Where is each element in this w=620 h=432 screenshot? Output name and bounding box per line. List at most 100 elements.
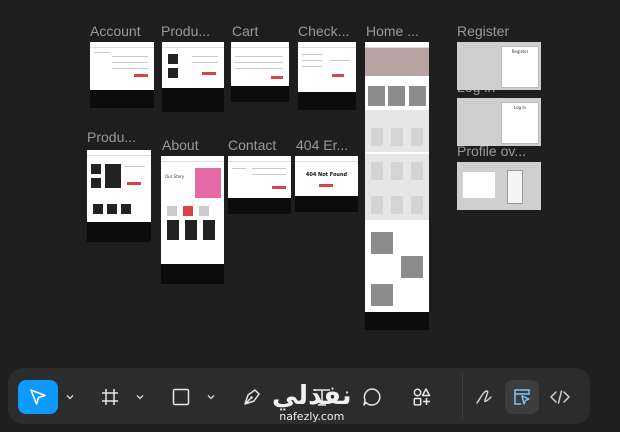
code-icon bbox=[550, 390, 570, 404]
frame-footer bbox=[365, 312, 429, 330]
mock-product bbox=[91, 178, 101, 188]
mock-category bbox=[388, 86, 405, 106]
shape-tool[interactable] bbox=[161, 380, 201, 414]
frame-cart[interactable] bbox=[231, 42, 289, 102]
pen-icon bbox=[244, 389, 260, 405]
mock-product bbox=[168, 68, 178, 78]
mock-line bbox=[192, 62, 218, 63]
mock-product bbox=[371, 162, 383, 180]
frame-label-contact[interactable]: Contact bbox=[228, 137, 276, 153]
mock-related bbox=[93, 204, 103, 214]
actions-tool[interactable] bbox=[402, 380, 442, 414]
mock-line bbox=[192, 56, 218, 57]
frame-footer bbox=[298, 92, 356, 110]
register-card: Register bbox=[501, 46, 539, 88]
frame-header bbox=[161, 156, 224, 162]
chevron-down-icon[interactable] bbox=[206, 392, 216, 402]
pen-tool[interactable] bbox=[232, 380, 272, 414]
mock-product bbox=[391, 128, 403, 146]
mock-line bbox=[232, 168, 246, 169]
mock-product bbox=[371, 128, 383, 146]
cursor-icon bbox=[30, 389, 46, 405]
frame-label-account[interactable]: Account bbox=[90, 23, 141, 39]
mock-product bbox=[371, 196, 383, 214]
mock-button bbox=[319, 184, 333, 187]
frame-products[interactable] bbox=[162, 42, 224, 112]
mock-feature bbox=[401, 256, 423, 278]
frame-footer bbox=[87, 222, 151, 242]
mock-related bbox=[121, 204, 131, 214]
mock-line bbox=[252, 168, 286, 169]
frame-login[interactable]: Log In bbox=[457, 98, 541, 146]
mock-team bbox=[185, 220, 197, 240]
frame-404[interactable]: 404 Not Found bbox=[295, 156, 358, 212]
frame-label-404[interactable]: 404 Er... bbox=[296, 137, 348, 153]
frame-footer bbox=[228, 198, 291, 214]
frame-checkout[interactable] bbox=[298, 42, 356, 110]
mock-product-main bbox=[105, 164, 121, 188]
frame-footer bbox=[90, 90, 154, 108]
frame-header bbox=[295, 156, 358, 162]
register-heading: Register bbox=[511, 49, 529, 54]
mock-stat bbox=[183, 206, 193, 216]
mock-line bbox=[235, 68, 283, 69]
mock-line bbox=[302, 54, 322, 55]
mock-line bbox=[112, 56, 148, 57]
mock-button bbox=[271, 76, 283, 79]
frame-footer bbox=[161, 264, 224, 284]
watermark-arabic: نفذلي bbox=[272, 381, 352, 411]
frame-footer bbox=[295, 196, 358, 212]
mock-product bbox=[391, 196, 403, 214]
chevron-down-icon[interactable] bbox=[135, 392, 145, 402]
hero-image bbox=[195, 168, 221, 198]
design-mode-button[interactable] bbox=[505, 380, 539, 414]
frame-register[interactable]: Register bbox=[457, 42, 541, 90]
frame-label-product-detail[interactable]: Produ... bbox=[87, 129, 136, 145]
frame-header bbox=[90, 42, 154, 48]
mock-button bbox=[332, 74, 344, 77]
move-tool[interactable] bbox=[18, 380, 58, 414]
mock-line bbox=[125, 166, 145, 167]
not-found-title: 404 Not Found bbox=[305, 172, 348, 178]
draw-icon bbox=[476, 390, 492, 404]
actions-icon bbox=[413, 388, 431, 406]
frame-label-checkout[interactable]: Check... bbox=[298, 23, 349, 39]
mock-product bbox=[411, 196, 423, 214]
frame-label-register[interactable]: Register bbox=[457, 23, 509, 39]
watermark: نفذلي nafezly.com bbox=[272, 382, 352, 424]
mock-stat bbox=[199, 206, 209, 216]
comment-tool[interactable] bbox=[352, 380, 392, 414]
frame-about[interactable]: Our Story bbox=[161, 156, 224, 284]
mock-product bbox=[411, 162, 423, 180]
frame-home[interactable] bbox=[365, 42, 429, 330]
watermark-latin: nafezly.com bbox=[279, 410, 345, 423]
frame-header bbox=[228, 156, 291, 162]
login-heading: Log In bbox=[513, 105, 527, 110]
frame-label-home[interactable]: Home ... bbox=[366, 23, 419, 39]
frame-tool[interactable] bbox=[90, 380, 130, 414]
login-card: Log In bbox=[501, 102, 539, 144]
draw-mode-button[interactable] bbox=[466, 380, 502, 414]
frame-account[interactable] bbox=[90, 42, 154, 108]
profile-panel bbox=[463, 172, 495, 198]
about-heading: Our Story bbox=[165, 174, 185, 179]
frame-product-detail[interactable] bbox=[87, 150, 151, 242]
mock-category bbox=[409, 86, 426, 106]
mock-button bbox=[127, 182, 141, 185]
mock-button bbox=[134, 74, 148, 77]
mock-line bbox=[235, 56, 283, 57]
frame-label-cart[interactable]: Cart bbox=[232, 23, 258, 39]
dev-mode-button[interactable] bbox=[542, 380, 578, 414]
mock-product bbox=[168, 54, 178, 64]
mock-line bbox=[302, 60, 322, 61]
frame-contact[interactable] bbox=[228, 156, 291, 214]
chevron-down-icon[interactable] bbox=[65, 392, 75, 402]
frame-profile[interactable] bbox=[457, 162, 541, 210]
mock-line bbox=[112, 68, 148, 69]
mock-line bbox=[94, 52, 110, 53]
frame-label-about[interactable]: About bbox=[162, 137, 199, 153]
mock-product bbox=[411, 128, 423, 146]
mock-product bbox=[91, 164, 101, 174]
frame-label-products[interactable]: Produ... bbox=[161, 23, 210, 39]
mock-line bbox=[235, 62, 283, 63]
